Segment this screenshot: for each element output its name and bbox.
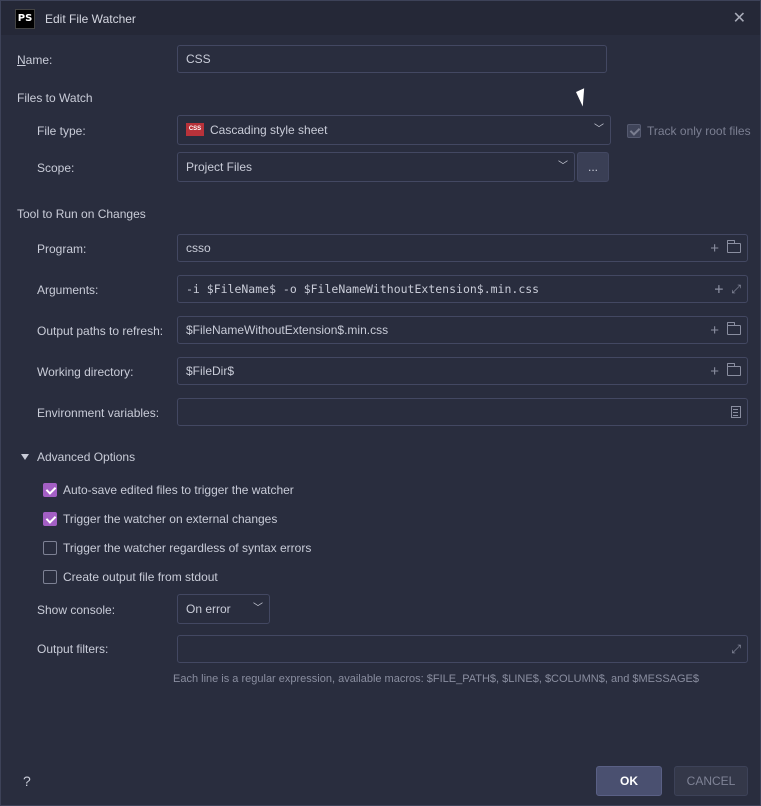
- close-icon[interactable]: ✕: [733, 8, 746, 28]
- output-filters-hint: Each line is a regular expression, avail…: [173, 673, 700, 685]
- working-dir-label: Working directory:: [37, 365, 134, 379]
- insert-macro-icon[interactable]: +: [710, 364, 719, 379]
- expand-icon[interactable]: ⤢: [731, 636, 741, 662]
- title-bar: PS Edit File Watcher ✕: [1, 1, 760, 35]
- stdout-checkbox[interactable]: [43, 570, 57, 584]
- show-console-select[interactable]: On error ﹀: [177, 594, 270, 624]
- syntax-errors-label: Trigger the watcher regardless of syntax…: [63, 541, 312, 555]
- name-label: Name:: [17, 53, 53, 67]
- help-icon[interactable]: ?: [23, 773, 31, 789]
- scope-select[interactable]: Project Files ﹀: [177, 152, 575, 182]
- insert-macro-icon[interactable]: +: [714, 281, 723, 297]
- working-dir-input[interactable]: $FileDir$ +: [177, 357, 748, 385]
- track-only-root-label: Track only root files: [647, 124, 751, 138]
- output-paths-input[interactable]: $FileNameWithoutExtension$.min.css +: [177, 316, 748, 344]
- program-label: Program:: [37, 242, 87, 256]
- scope-label: Scope:: [37, 161, 75, 175]
- track-only-root-checkbox[interactable]: [627, 124, 641, 138]
- output-filters-label: Output filters:: [37, 642, 109, 656]
- tool-section: Tool to Run on Changes: [17, 207, 146, 221]
- edit-env-vars-icon[interactable]: [731, 406, 741, 418]
- insert-macro-icon[interactable]: +: [710, 241, 719, 256]
- arguments-label: Arguments:: [37, 283, 99, 297]
- external-changes-label: Trigger the watcher on external changes: [63, 512, 278, 526]
- file-type-value: Cascading style sheet: [210, 123, 328, 137]
- ok-button[interactable]: OK: [596, 766, 662, 796]
- folder-icon[interactable]: [726, 322, 741, 335]
- show-console-value: On error: [186, 602, 231, 616]
- program-input[interactable]: csso +: [177, 234, 748, 262]
- stdout-label: Create output file from stdout: [63, 570, 218, 584]
- auto-save-label: Auto-save edited files to trigger the wa…: [63, 483, 294, 497]
- external-changes-checkbox[interactable]: [43, 512, 57, 526]
- show-console-label: Show console:: [37, 603, 116, 617]
- scope-value: Project Files: [186, 160, 253, 174]
- files-to-watch-section: Files to Watch: [17, 91, 93, 105]
- output-filters-input[interactable]: ⤢: [177, 635, 748, 663]
- auto-save-checkbox[interactable]: [43, 483, 57, 497]
- env-vars-input[interactable]: [177, 398, 748, 426]
- advanced-options-section[interactable]: Advanced Options: [37, 450, 135, 464]
- env-vars-label: Environment variables:: [37, 406, 160, 420]
- cancel-button[interactable]: CANCEL: [674, 766, 748, 796]
- insert-macro-icon[interactable]: +: [710, 323, 719, 338]
- phpstorm-logo-icon: PS: [15, 9, 35, 29]
- scope-browse-button[interactable]: ...: [577, 152, 609, 182]
- dialog-title: Edit File Watcher: [45, 12, 136, 26]
- edit-file-watcher-dialog: PS Edit File Watcher ✕ Name: CSS Files t…: [0, 0, 761, 806]
- folder-icon[interactable]: [726, 240, 741, 253]
- output-paths-label: Output paths to refresh:: [37, 324, 164, 338]
- folder-icon[interactable]: [726, 363, 741, 376]
- file-type-label: File type:: [37, 124, 86, 138]
- expand-icon[interactable]: ⤢: [731, 276, 741, 302]
- file-type-select[interactable]: CSS Cascading style sheet ﹀: [177, 115, 611, 145]
- css-file-icon: CSS: [186, 123, 204, 137]
- arguments-input[interactable]: -i $FileName$ -o $FileNameWithoutExtensi…: [177, 275, 748, 303]
- chevron-down-icon: ﹀: [558, 161, 568, 172]
- name-label-text: ame:: [25, 53, 53, 67]
- syntax-errors-checkbox[interactable]: [43, 541, 57, 555]
- name-input[interactable]: CSS: [177, 45, 607, 73]
- chevron-down-icon: ﹀: [594, 124, 604, 135]
- chevron-down-icon: ﹀: [253, 603, 263, 614]
- collapse-triangle-icon[interactable]: [21, 454, 29, 460]
